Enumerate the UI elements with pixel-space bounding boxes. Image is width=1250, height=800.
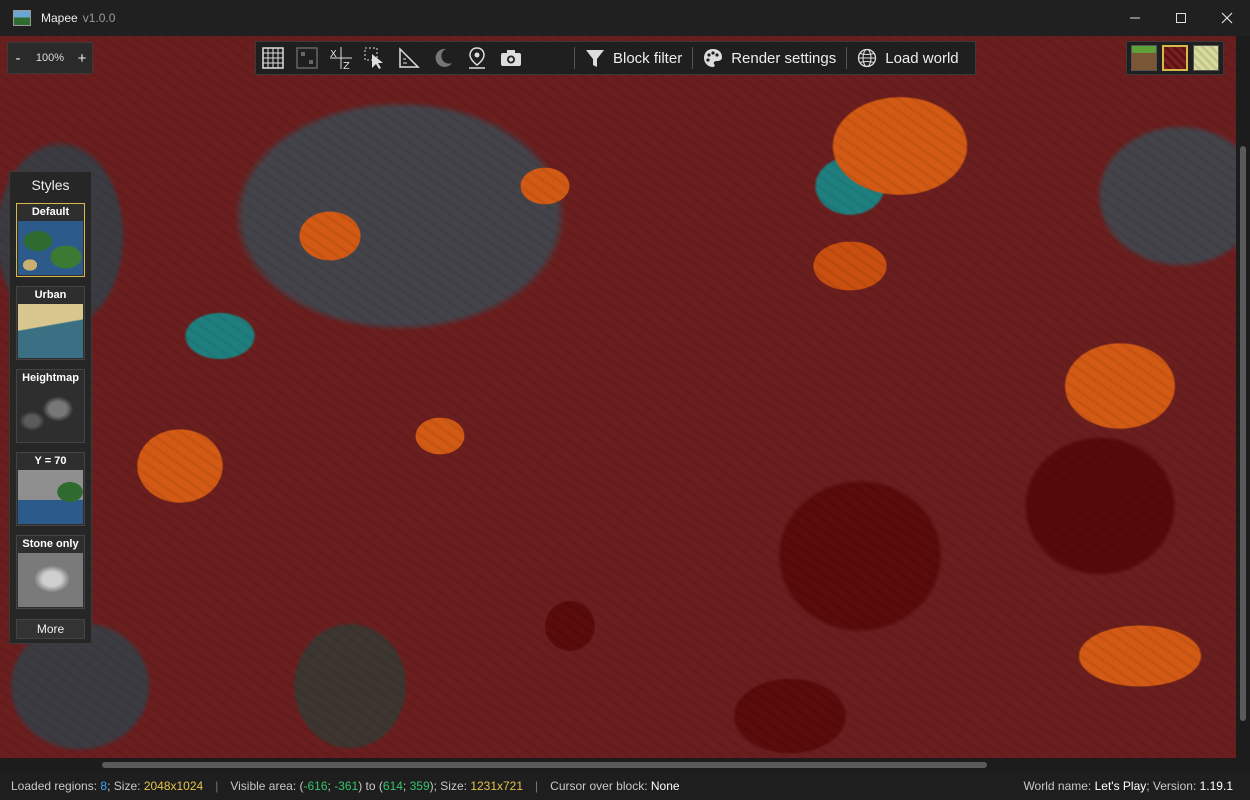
style-urban[interactable]: Urban [16, 286, 85, 360]
visible-area-x1: -616 [303, 779, 328, 793]
visible-area-label: Visible area: ( [230, 779, 304, 793]
cursor-block-value: None [650, 779, 680, 793]
render-settings-label: Render settings [731, 49, 837, 67]
zoom-out-button[interactable]: - [8, 50, 28, 67]
version-label: ; Version: [1146, 779, 1197, 793]
minimize-icon [1130, 17, 1140, 19]
block-filter-label: Block filter [613, 49, 683, 67]
zoom-in-button[interactable]: + [72, 50, 92, 67]
style-stone-only[interactable]: Stone only [16, 535, 85, 609]
close-icon [1221, 12, 1233, 24]
globe-icon [858, 48, 877, 68]
nether-dimension-button[interactable] [1162, 45, 1188, 71]
style-heightmap[interactable]: Heightmap [16, 369, 85, 443]
cursor-block-label: Cursor over block: [550, 779, 648, 793]
style-stone-only-preview [18, 553, 83, 607]
style-label: Urban [34, 289, 67, 301]
render-settings-button[interactable]: Render settings [697, 42, 842, 74]
zoom-control: - 100% + [7, 42, 93, 74]
chunk-grid-icon [296, 47, 318, 69]
size-label: ; Size: [107, 779, 141, 793]
size-value: 2048x1024 [143, 779, 204, 793]
status-separator: | [535, 779, 539, 793]
end-dimension-button[interactable] [1193, 45, 1219, 71]
world-name-label: World name: [1023, 779, 1092, 793]
screenshot-button[interactable] [494, 42, 528, 74]
maximize-button[interactable] [1158, 0, 1204, 36]
style-label: Stone only [22, 538, 79, 550]
vertical-scrollbar[interactable] [1236, 36, 1250, 758]
load-world-label: Load world [885, 49, 959, 67]
style-label: Y = 70 [34, 455, 67, 467]
load-world-button[interactable]: Load world [851, 42, 964, 74]
world-name-value: Let's Play [1094, 779, 1147, 793]
toggle-grid-button[interactable] [256, 42, 290, 74]
style-y70-preview [18, 470, 83, 524]
vertical-scroll-thumb[interactable] [1240, 146, 1246, 721]
filter-icon [586, 50, 604, 67]
close-button[interactable] [1204, 0, 1250, 36]
horizontal-scroll-thumb[interactable] [102, 762, 987, 768]
night-mode-icon [435, 48, 452, 67]
scroll-corner [1236, 758, 1250, 772]
toolbar-separator [846, 47, 848, 69]
zoom-level: 100% [35, 52, 65, 64]
toolbar: X Z Block filter Render settings Load wo… [255, 41, 976, 75]
minimize-button[interactable] [1112, 0, 1158, 36]
visible-area-x2: 614 [382, 779, 403, 793]
styles-title: Styles [31, 177, 70, 193]
grid-icon [262, 47, 284, 69]
style-default-preview [18, 221, 83, 275]
coordinates-icon: X Z [330, 47, 352, 70]
loaded-regions-label: Loaded regions: [11, 779, 98, 793]
location-pin-button[interactable] [460, 42, 494, 74]
style-default[interactable]: Default [16, 203, 85, 277]
visible-area-y1: -361 [334, 779, 359, 793]
maximize-icon [1176, 13, 1186, 23]
app-version: v1.0.0 [82, 11, 116, 25]
toggle-chunk-grid-button[interactable] [290, 42, 324, 74]
style-label: Heightmap [22, 372, 79, 384]
select-area-icon [364, 47, 383, 69]
measure-button[interactable] [392, 42, 426, 74]
style-label: Default [31, 206, 70, 218]
overworld-dimension-button[interactable] [1131, 45, 1157, 71]
toolbar-separator [574, 47, 575, 69]
dimension-switcher [1126, 41, 1224, 75]
svg-text:Z: Z [343, 61, 350, 70]
style-y70[interactable]: Y = 70 [16, 452, 85, 526]
style-heightmap-preview [18, 387, 83, 441]
toggle-coordinates-button[interactable]: X Z [324, 42, 358, 74]
map-canvas[interactable] [0, 36, 1236, 758]
status-bar: Loaded regions: 8; Size: 2048x1024 | Vis… [0, 772, 1250, 800]
select-area-button[interactable] [358, 42, 392, 74]
loaded-regions-value: 8 [100, 779, 108, 793]
title-bar: Mapee v1.0.0 [0, 0, 1250, 36]
toolbar-separator [692, 47, 694, 69]
app-title: Mapee [41, 11, 78, 25]
visible-area-to-label: ) to ( [358, 779, 383, 793]
status-separator: | [215, 779, 219, 793]
app-icon [13, 10, 31, 26]
visible-size-value: 1231x721 [470, 779, 524, 793]
palette-icon [704, 49, 723, 67]
more-styles-button[interactable]: More [16, 619, 85, 639]
block-filter-button[interactable]: Block filter [579, 42, 688, 74]
night-mode-button[interactable] [426, 42, 460, 74]
style-urban-preview [18, 304, 83, 358]
visible-area-y2: 359 [409, 779, 430, 793]
version-value: 1.19.1 [1199, 779, 1233, 793]
measure-icon [399, 47, 420, 68]
visible-size-label: ); Size: [429, 779, 467, 793]
styles-panel: Styles Default Urban Heightmap Y = 70 St… [9, 171, 92, 644]
horizontal-scrollbar[interactable] [0, 758, 1236, 772]
camera-icon [501, 50, 521, 66]
location-pin-icon [469, 47, 485, 69]
